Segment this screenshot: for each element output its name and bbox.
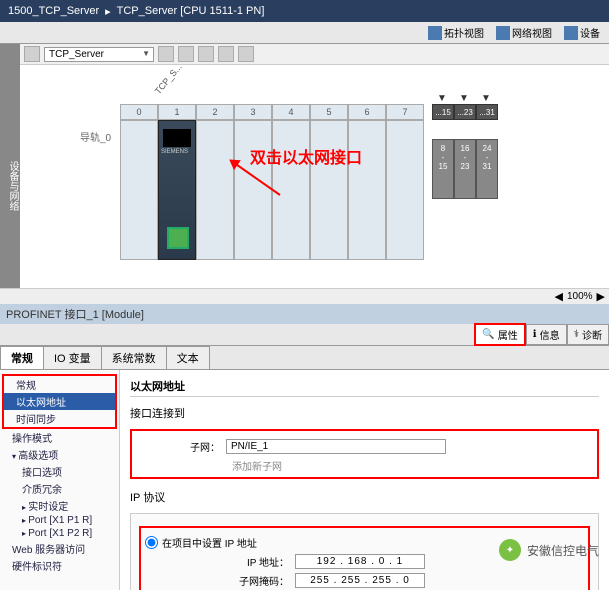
module-header: PROFINET 接口_1 [Module] [0, 304, 609, 324]
section-ip: IP 协议 [130, 487, 599, 507]
tool-icon-5[interactable] [238, 46, 254, 62]
nav-ethernet[interactable]: 以太网地址 [4, 393, 115, 410]
subnet-mask-input[interactable]: 255 . 255 . 255 . 0 [295, 573, 425, 588]
tool-icon-1[interactable] [158, 46, 174, 62]
cpu-label: SIEMENS [161, 149, 188, 155]
add-subnet-link[interactable]: 添加新子网 [136, 458, 593, 473]
nav-rt[interactable]: 实时设定 [0, 497, 119, 514]
topology-icon [428, 26, 442, 40]
radio-project-label: 在项目中设置 IP 地址 [162, 535, 257, 550]
slot-empty[interactable] [348, 120, 386, 260]
nav-advanced[interactable]: 高级选项 [0, 446, 119, 463]
cpu-module[interactable]: SIEMENS [158, 120, 196, 260]
rail-label: 导轨_0 [80, 129, 111, 144]
nav-port2[interactable]: Port [X1 P2 R] [0, 527, 119, 540]
subnet-select[interactable]: PN/IE_1 [226, 439, 446, 454]
extension-ranges: 8-15 16-23 24-31 [432, 139, 498, 199]
device-view-button[interactable]: 设备 [559, 23, 605, 42]
bc-part2[interactable]: TCP_Server [CPU 1511-1 PN] [117, 5, 265, 17]
nav-ifopt[interactable]: 接口选项 [0, 463, 119, 480]
radio-project-ip[interactable] [145, 536, 158, 549]
zoom-in-icon[interactable]: ▶ [597, 290, 605, 303]
ip-address-input[interactable]: 192 . 168 . 0 . 1 [295, 554, 425, 569]
property-tabs: 常规 IO 变量 系统常数 文本 [0, 346, 609, 370]
ip-label: IP 地址： [205, 554, 295, 569]
nav-back-icon[interactable] [24, 46, 40, 62]
section-ethernet: 以太网地址 [130, 376, 599, 397]
device-toolbar: TCP_Server [20, 44, 609, 65]
inspector-tabs: 🔍 属性 ℹ 信息 ⚕ 诊断 [0, 324, 609, 346]
info-tab[interactable]: ℹ 信息 [526, 324, 567, 345]
device-rack: 0 1 2 3 4 5 6 7 SIEMENS [120, 104, 424, 260]
extension-headers: ...15 ...23 ...31 [432, 104, 498, 120]
device-view: 设备与网络 TCP_Server TCP_S... 导轨_0 0 1 2 3 4… [0, 44, 609, 288]
slot-empty[interactable] [310, 120, 348, 260]
subnet-fieldset: 子网： PN/IE_1 添加新子网 [130, 429, 599, 479]
slot-empty[interactable] [234, 120, 272, 260]
slot-empty[interactable] [120, 120, 158, 260]
nav-opmode[interactable]: 操作模式 [0, 429, 119, 446]
slot-header: 0 [120, 104, 158, 120]
mask-label: 子网掩码： [205, 573, 295, 588]
zoom-value[interactable]: 100% [563, 291, 597, 302]
device-selector[interactable]: TCP_Server [44, 47, 154, 62]
module-label: TCP_S... [153, 62, 184, 96]
slot-header: 5 [310, 104, 348, 120]
nav-general[interactable]: 常规 [4, 376, 115, 393]
slot-header: 3 [234, 104, 272, 120]
subnet-label: 子网： [136, 439, 226, 454]
nav-tree: 常规 以太网地址 时间同步 操作模式 高级选项 接口选项 介质冗余 实时设定 P… [0, 370, 120, 590]
slot-header: 2 [196, 104, 234, 120]
ext-head[interactable]: ...15 [432, 104, 454, 120]
zoom-bar: ◀ 100% ▶ [0, 288, 609, 304]
tool-icon-4[interactable] [218, 46, 234, 62]
watermark: ✦ 安徽信控电气 [499, 539, 599, 561]
device-icon [564, 26, 578, 40]
breadcrumb: 1500_TCP_Server ▸ TCP_Server [CPU 1511-1… [0, 0, 609, 22]
ext-range: 16-23 [454, 139, 476, 199]
nav-media[interactable]: 介质冗余 [0, 480, 119, 497]
ext-head[interactable]: ...31 [476, 104, 498, 120]
ethernet-port[interactable] [167, 227, 189, 249]
nav-port1[interactable]: Port [X1 P1 R] [0, 514, 119, 527]
ext-head[interactable]: ...23 [454, 104, 476, 120]
topology-view-button[interactable]: 拓扑视图 [423, 23, 489, 42]
diagnostics-tab[interactable]: ⚕ 诊断 [567, 324, 609, 345]
bc-sep: ▸ [105, 5, 111, 18]
tab-iovar[interactable]: IO 变量 [43, 346, 102, 369]
slot-empty[interactable] [196, 120, 234, 260]
slot-empty[interactable] [386, 120, 424, 260]
nav-timesync[interactable]: 时间同步 [4, 410, 115, 427]
slot-header: 1 [158, 104, 196, 120]
slot-empty[interactable] [272, 120, 310, 260]
wechat-icon: ✦ [499, 539, 521, 561]
cpu-display [163, 129, 191, 147]
tool-icon-2[interactable] [178, 46, 194, 62]
slot-header: 6 [348, 104, 386, 120]
tool-icon-3[interactable] [198, 46, 214, 62]
nav-web[interactable]: Web 服务器访问 [0, 540, 119, 557]
network-icon [496, 26, 510, 40]
zoom-out-icon[interactable]: ◀ [554, 290, 562, 303]
ext-range: 8-15 [432, 139, 454, 199]
properties-tab[interactable]: 🔍 属性 [474, 323, 525, 346]
annotation-text: 双击以太网接口 [250, 144, 362, 168]
ext-range: 24-31 [476, 139, 498, 199]
view-toolbar: 拓扑视图 网络视图 设备 [0, 22, 609, 44]
section-connection: 接口连接到 [130, 403, 599, 423]
tab-sysconst[interactable]: 系统常数 [101, 346, 167, 369]
bc-part1[interactable]: 1500_TCP_Server [8, 5, 99, 17]
slot-header: 7 [386, 104, 424, 120]
tab-general[interactable]: 常规 [0, 346, 44, 369]
network-view-button[interactable]: 网络视图 [491, 23, 557, 42]
side-panel-tab[interactable]: 设备与网络 [0, 44, 20, 288]
tab-text[interactable]: 文本 [166, 346, 210, 369]
slot-header: 4 [272, 104, 310, 120]
nav-hwid[interactable]: 硬件标识符 [0, 557, 119, 574]
